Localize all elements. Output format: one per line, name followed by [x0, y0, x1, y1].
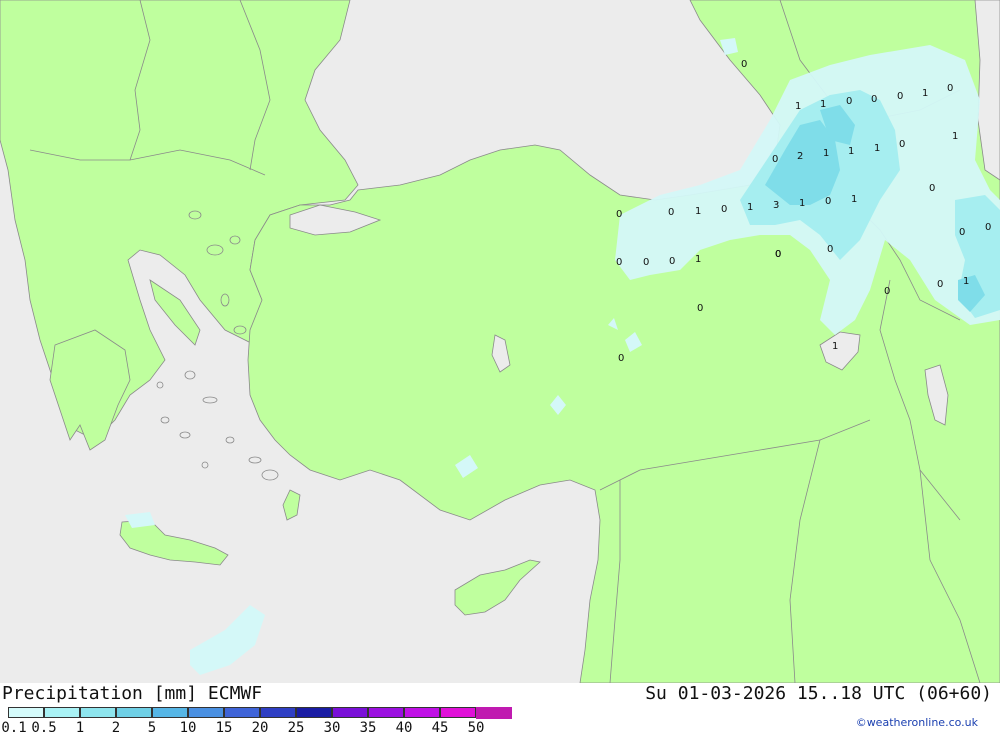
legend-swatch	[260, 707, 296, 718]
legend-tick-label: 0.1	[1, 720, 27, 736]
precip-label: 1	[922, 88, 928, 99]
legend-swatch	[224, 707, 260, 718]
legend-tick-label: 30	[323, 720, 341, 736]
validity-time: Su 01-03-2026 15..18 UTC (06+60)	[645, 683, 992, 704]
legend-swatch	[476, 707, 512, 719]
legend-tick-label: 35	[359, 720, 377, 736]
precip-label: 0	[775, 249, 781, 260]
map-title: Precipitation [mm] ECMWF	[2, 683, 263, 704]
precip-label: 0	[697, 303, 703, 314]
precip-label: 3	[773, 200, 779, 211]
precip-label: 0	[616, 257, 622, 268]
legend-tick-label: 50	[467, 720, 485, 736]
precip-label: 2	[797, 151, 803, 162]
legend-swatch	[368, 707, 404, 718]
precip-label: 1	[963, 276, 969, 287]
legend-swatch	[188, 707, 224, 718]
legend-tick-label: 5	[147, 720, 157, 736]
legend-swatch	[152, 707, 188, 718]
precip-label: 1	[820, 99, 826, 110]
legend-tick-label: 20	[251, 720, 269, 736]
precip-label: 0	[669, 256, 675, 267]
credit-link[interactable]: ©weatheronline.co.uk	[856, 716, 978, 729]
precip-label: 1	[874, 143, 880, 154]
precip-label: 1	[795, 101, 801, 112]
precip-label: 1	[799, 198, 805, 209]
legend-tick-label: 45	[431, 720, 449, 736]
precip-label: 0	[959, 227, 965, 238]
legend-swatch	[8, 707, 44, 718]
precip-label: 1	[952, 131, 958, 142]
precip-label: 0	[929, 183, 935, 194]
legend-swatch	[332, 707, 368, 718]
precip-label: 0	[618, 353, 624, 364]
precip-label: 0	[884, 286, 890, 297]
precip-label: 1	[823, 148, 829, 159]
precip-label: 0	[897, 91, 903, 102]
precip-label: 0	[668, 207, 674, 218]
footer: Precipitation [mm] ECMWF Su 01-03-2026 1…	[0, 683, 1000, 736]
legend-swatch	[80, 707, 116, 718]
legend-tick-label: 15	[215, 720, 233, 736]
precip-label: 1	[851, 194, 857, 205]
precip-label: 0	[899, 139, 905, 150]
legend-swatch	[116, 707, 152, 718]
precip-label: 0	[741, 59, 747, 70]
legend-swatch	[440, 707, 476, 718]
legend-tick-label: 2	[111, 720, 121, 736]
precip-label: 1	[695, 206, 701, 217]
precipitation-map: 0 1 1 0 0 0 1 0 1 0 2 1 1 1 0 0 0 0 1 0 …	[0, 0, 1000, 683]
legend-tick-label: 25	[287, 720, 305, 736]
precip-label: 1	[695, 254, 701, 265]
precip-label: 0	[985, 222, 991, 233]
legend-tick-label: 1	[75, 720, 85, 736]
legend-swatch	[296, 707, 332, 718]
legend-swatch	[44, 707, 80, 718]
precip-label: 0	[846, 96, 852, 107]
precip-label: 0	[825, 196, 831, 207]
legend-tick-label: 10	[179, 720, 197, 736]
legend-tick-label: 0.5	[31, 720, 57, 736]
precip-label: 0	[772, 154, 778, 165]
precip-label: 0	[871, 94, 877, 105]
precip-label: 1	[832, 341, 838, 352]
precip-label: 1	[848, 146, 854, 157]
legend-tick-label: 40	[395, 720, 413, 736]
legend-swatch	[404, 707, 440, 718]
precip-label: 0	[947, 83, 953, 94]
precip-label: 0	[721, 204, 727, 215]
precip-label: 0	[643, 257, 649, 268]
precip-label: 0	[616, 209, 622, 220]
precip-label: 1	[747, 202, 753, 213]
precip-label: 0	[937, 279, 943, 290]
precip-label: 0	[827, 244, 833, 255]
